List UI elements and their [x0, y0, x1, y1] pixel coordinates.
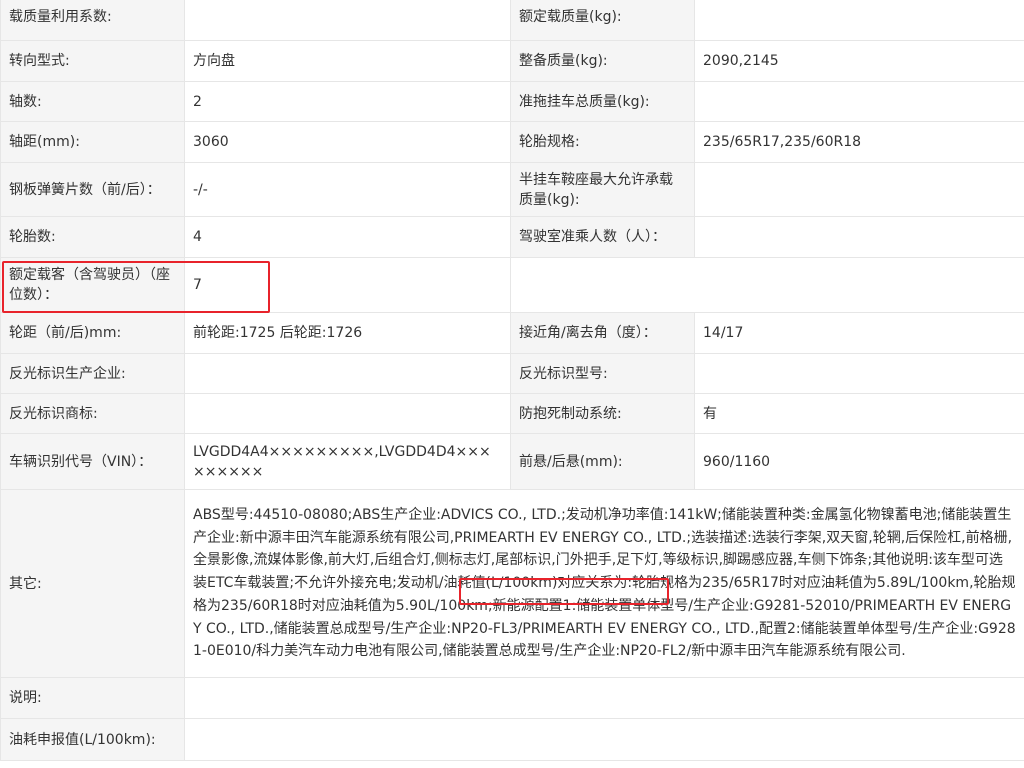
table-row: 轴距(mm): 3060 轮胎规格: 235/65R17,235/60R18 [0, 121, 1024, 163]
spec-value [184, 718, 1024, 761]
spec-label: 前悬/后悬(mm): [510, 433, 695, 490]
spec-label: 轮距（前/后)mm: [0, 312, 185, 354]
table-row: 钢板弹簧片数（前/后）： -/- 半挂车鞍座最大允许承载质量(kg): [0, 162, 1024, 217]
spec-value [694, 353, 1024, 394]
spec-value: 2 [184, 81, 511, 122]
spec-label: 车辆识别代号（VIN）： [0, 433, 185, 490]
spec-value [184, 353, 511, 394]
spec-label: 驾驶室准乘人数（人）： [510, 216, 695, 258]
table-row: 反光标识商标: 防抱死制动系统: 有 [0, 393, 1024, 434]
spec-value: 4 [184, 216, 511, 258]
spec-label: 钢板弹簧片数（前/后）： [0, 162, 185, 217]
vehicle-spec-table: 载质量利用系数: 额定载质量(kg): 转向型式: 方向盘 整备质量(kg): … [0, 0, 1024, 761]
spec-value [184, 393, 511, 434]
spec-value: 235/65R17,235/60R18 [694, 121, 1024, 163]
spec-value: 有 [694, 393, 1024, 434]
spec-label: 反光标识生产企业: [0, 353, 185, 394]
spec-value-vin: LVGDD4A4×××××××××,LVGDD4D4××××××××× [184, 433, 511, 490]
seat-count-highlight-box [2, 261, 270, 313]
spec-label: 准拖挂车总质量(kg): [510, 81, 695, 122]
spec-value: 3060 [184, 121, 511, 163]
spec-value [184, 0, 511, 41]
spec-value: 2090,2145 [694, 40, 1024, 82]
spec-label: 半挂车鞍座最大允许承载质量(kg): [510, 162, 695, 217]
table-row: 轮距（前/后)mm: 前轮距:1725 后轮距:1726 接近角/离去角（度）：… [0, 312, 1024, 354]
spec-label: 油耗申报值(L/100km): [0, 718, 185, 761]
spec-label: 轴数: [0, 81, 185, 122]
spec-label: 接近角/离去角（度）： [510, 312, 695, 354]
spec-label: 整备质量(kg): [510, 40, 695, 82]
spec-label: 轮胎数: [0, 216, 185, 258]
spec-value [694, 81, 1024, 122]
spec-value: 前轮距:1725 后轮距:1726 [184, 312, 511, 354]
spec-value [694, 0, 1024, 41]
fuel-consumption-highlight-box [459, 578, 669, 605]
spec-value: 960/1160 [694, 433, 1024, 490]
table-row: 轮胎数: 4 驾驶室准乘人数（人）： [0, 216, 1024, 258]
spec-label: 轮胎规格: [510, 121, 695, 163]
table-row: 油耗申报值(L/100km): [0, 718, 1024, 761]
table-row: 车辆识别代号（VIN）： LVGDD4A4×××××××××,LVGDD4D4×… [0, 433, 1024, 490]
spec-label: 其它: [0, 489, 185, 678]
table-row: 转向型式: 方向盘 整备质量(kg): 2090,2145 [0, 40, 1024, 82]
spec-label: 轴距(mm): [0, 121, 185, 163]
table-row: 轴数: 2 准拖挂车总质量(kg): [0, 81, 1024, 122]
table-row: 反光标识生产企业: 反光标识型号: [0, 353, 1024, 394]
spec-label: 额定载质量(kg): [510, 0, 695, 41]
spec-value [184, 677, 1024, 719]
spec-label: 防抱死制动系统: [510, 393, 695, 434]
table-row: 载质量利用系数: 额定载质量(kg): [0, 0, 1024, 41]
spec-value [694, 162, 1024, 217]
table-row: 说明: [0, 677, 1024, 719]
spec-label: 反光标识型号: [510, 353, 695, 394]
spec-value: 方向盘 [184, 40, 511, 82]
empty-cell [510, 257, 1024, 313]
spec-value: 14/17 [694, 312, 1024, 354]
spec-label: 说明: [0, 677, 185, 719]
spec-label: 反光标识商标: [0, 393, 185, 434]
spec-label: 载质量利用系数: [0, 0, 185, 41]
spec-value [694, 216, 1024, 258]
spec-value: -/- [184, 162, 511, 217]
spec-label: 转向型式: [0, 40, 185, 82]
